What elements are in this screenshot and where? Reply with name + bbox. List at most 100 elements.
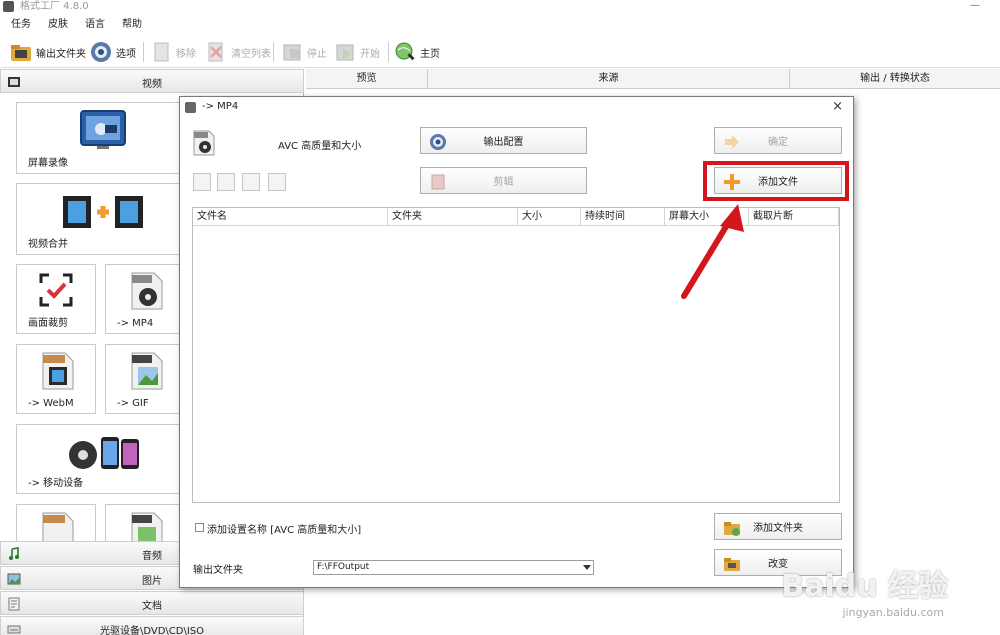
column-preview[interactable]: 预览	[306, 69, 428, 89]
watermark-logo: Baidu 经验	[781, 569, 948, 604]
home-button[interactable]: 主页	[394, 38, 440, 66]
ok-button[interactable]: 确定	[714, 127, 842, 154]
tile-to-mp4[interactable]: -> MP4	[105, 264, 185, 334]
to-mp4-label: -> MP4	[117, 318, 154, 329]
tile-to-gif[interactable]: -> GIF	[105, 344, 185, 414]
clip-button[interactable]: 剪辑	[420, 167, 587, 194]
options-button[interactable]: 选项	[90, 38, 136, 66]
stop-button[interactable]: 停止	[281, 38, 327, 66]
screen-record-label: 屏幕录像	[28, 158, 68, 169]
column-source[interactable]: 来源	[428, 69, 790, 89]
column-clip-segment[interactable]: 截取片断	[749, 208, 839, 226]
play-icon	[334, 41, 356, 63]
folder-icon	[723, 555, 741, 573]
menu-language[interactable]: 语言	[74, 16, 111, 34]
dialog-title: -> MP4	[202, 101, 239, 112]
start-label: 开始	[360, 48, 380, 60]
folder-add-icon	[723, 519, 741, 537]
add-setting-checkbox[interactable]	[195, 523, 204, 532]
remove-small-button[interactable]	[217, 173, 235, 191]
globe-icon	[394, 41, 416, 63]
crop-label: 画面裁剪	[28, 318, 68, 329]
stop-label: 停止	[307, 48, 327, 60]
column-size[interactable]: 大小	[518, 208, 581, 226]
disc-category-header[interactable]: 光驱设备\DVD\CD\ISO	[0, 616, 304, 635]
output-folder-field-label: 输出文件夹	[193, 565, 243, 576]
info-small-button[interactable]	[268, 173, 286, 191]
remove-label: 移除	[176, 48, 196, 60]
annotation-arrow-icon	[681, 204, 744, 299]
toolbar: 输出文件夹 选项 移除 清空列表 停止 开始 主页	[0, 36, 1000, 68]
remove-button[interactable]: 移除	[150, 38, 196, 66]
start-button[interactable]: 开始	[334, 38, 380, 66]
gear-icon	[90, 41, 112, 63]
clear-list-button[interactable]: 清空列表	[205, 38, 271, 66]
tile-to-mobile[interactable]: -> 移动设备	[16, 424, 186, 494]
add-folder-label: 添加文件夹	[753, 523, 803, 534]
gear-icon	[429, 133, 447, 151]
ok-label: 确定	[768, 137, 788, 148]
document-remove-icon	[150, 41, 172, 63]
watermark-url: jingyan.baidu.com	[842, 606, 944, 619]
profile-name: AVC 高质量和大小	[278, 141, 362, 152]
add-folder-button[interactable]: 添加文件夹	[714, 513, 842, 540]
arrow-right-icon	[723, 133, 741, 151]
crop-check-icon	[39, 273, 73, 310]
clear-list-label: 清空列表	[231, 48, 271, 60]
webm-file-icon	[39, 351, 75, 394]
output-config-label: 输出配置	[483, 137, 524, 148]
output-folder-label: 输出文件夹	[36, 48, 86, 60]
dialog-title-bar: -> MP4 ×	[180, 97, 853, 117]
to-mobile-label: -> 移动设备	[28, 478, 84, 489]
tile-partial[interactable]	[16, 504, 96, 546]
tile-crop[interactable]: 画面裁剪	[16, 264, 96, 334]
output-folder-button[interactable]: 输出文件夹	[10, 38, 86, 66]
to-webm-label: -> WebM	[28, 398, 74, 409]
menu-help[interactable]: 帮助	[111, 16, 148, 34]
minimize-button[interactable]: —	[970, 0, 980, 12]
column-folder[interactable]: 文件夹	[388, 208, 518, 226]
toolbar-divider	[143, 42, 144, 62]
to-gif-label: -> GIF	[117, 398, 149, 409]
column-output-status[interactable]: 输出 / 转换状态	[790, 69, 1000, 89]
mobile-device-icon	[67, 433, 143, 474]
gif-file-icon	[128, 351, 164, 394]
document-category-header[interactable]: 文档	[0, 591, 304, 615]
options-label: 选项	[116, 48, 136, 60]
tile-to-webm[interactable]: -> WebM	[16, 344, 96, 414]
play-small-button[interactable]	[242, 173, 260, 191]
output-config-button[interactable]: 输出配置	[420, 127, 587, 154]
screen-record-icon	[79, 109, 127, 156]
menu-task[interactable]: 任务	[0, 16, 37, 34]
video-category-label: 视频	[142, 79, 162, 90]
column-file-name[interactable]: 文件名	[193, 208, 388, 226]
tile-video-merge[interactable]: 视频合并	[16, 183, 186, 255]
mp4-file-icon	[128, 271, 164, 314]
clear-icon	[205, 41, 227, 63]
tile-partial[interactable]	[105, 504, 185, 546]
output-folder-select[interactable]: F:\FFOutput	[313, 560, 594, 575]
home-label: 主页	[420, 48, 440, 60]
mp4-profile-icon	[192, 129, 216, 160]
toolbar-divider	[273, 42, 274, 62]
app-title: 格式工厂 4.8.0	[20, 1, 89, 12]
output-folder-value: F:\FFOutput	[317, 562, 370, 572]
column-duration[interactable]: 持续时间	[581, 208, 665, 226]
highlight-frame	[703, 161, 849, 201]
video-merge-icon	[61, 192, 145, 235]
video-category-header[interactable]: 视频	[0, 69, 304, 93]
folder-icon	[10, 41, 32, 63]
video-merge-label: 视频合并	[28, 239, 68, 250]
add-small-button[interactable]	[193, 173, 211, 191]
document-category-label: 文档	[142, 601, 162, 612]
scissors-icon	[429, 173, 447, 191]
stop-icon	[281, 41, 303, 63]
close-icon[interactable]: ×	[832, 99, 843, 114]
chevron-down-icon[interactable]	[583, 565, 591, 570]
tile-screen-record[interactable]: 屏幕录像	[16, 102, 186, 174]
menu-bar: 任务 皮肤 语言 帮助	[0, 16, 1000, 34]
task-list-header: 预览 来源 输出 / 转换状态	[306, 69, 1000, 89]
toolbar-divider	[388, 42, 389, 62]
add-setting-label: 添加设置名称 [AVC 高质量和大小]	[207, 525, 362, 536]
menu-skin[interactable]: 皮肤	[37, 16, 74, 34]
